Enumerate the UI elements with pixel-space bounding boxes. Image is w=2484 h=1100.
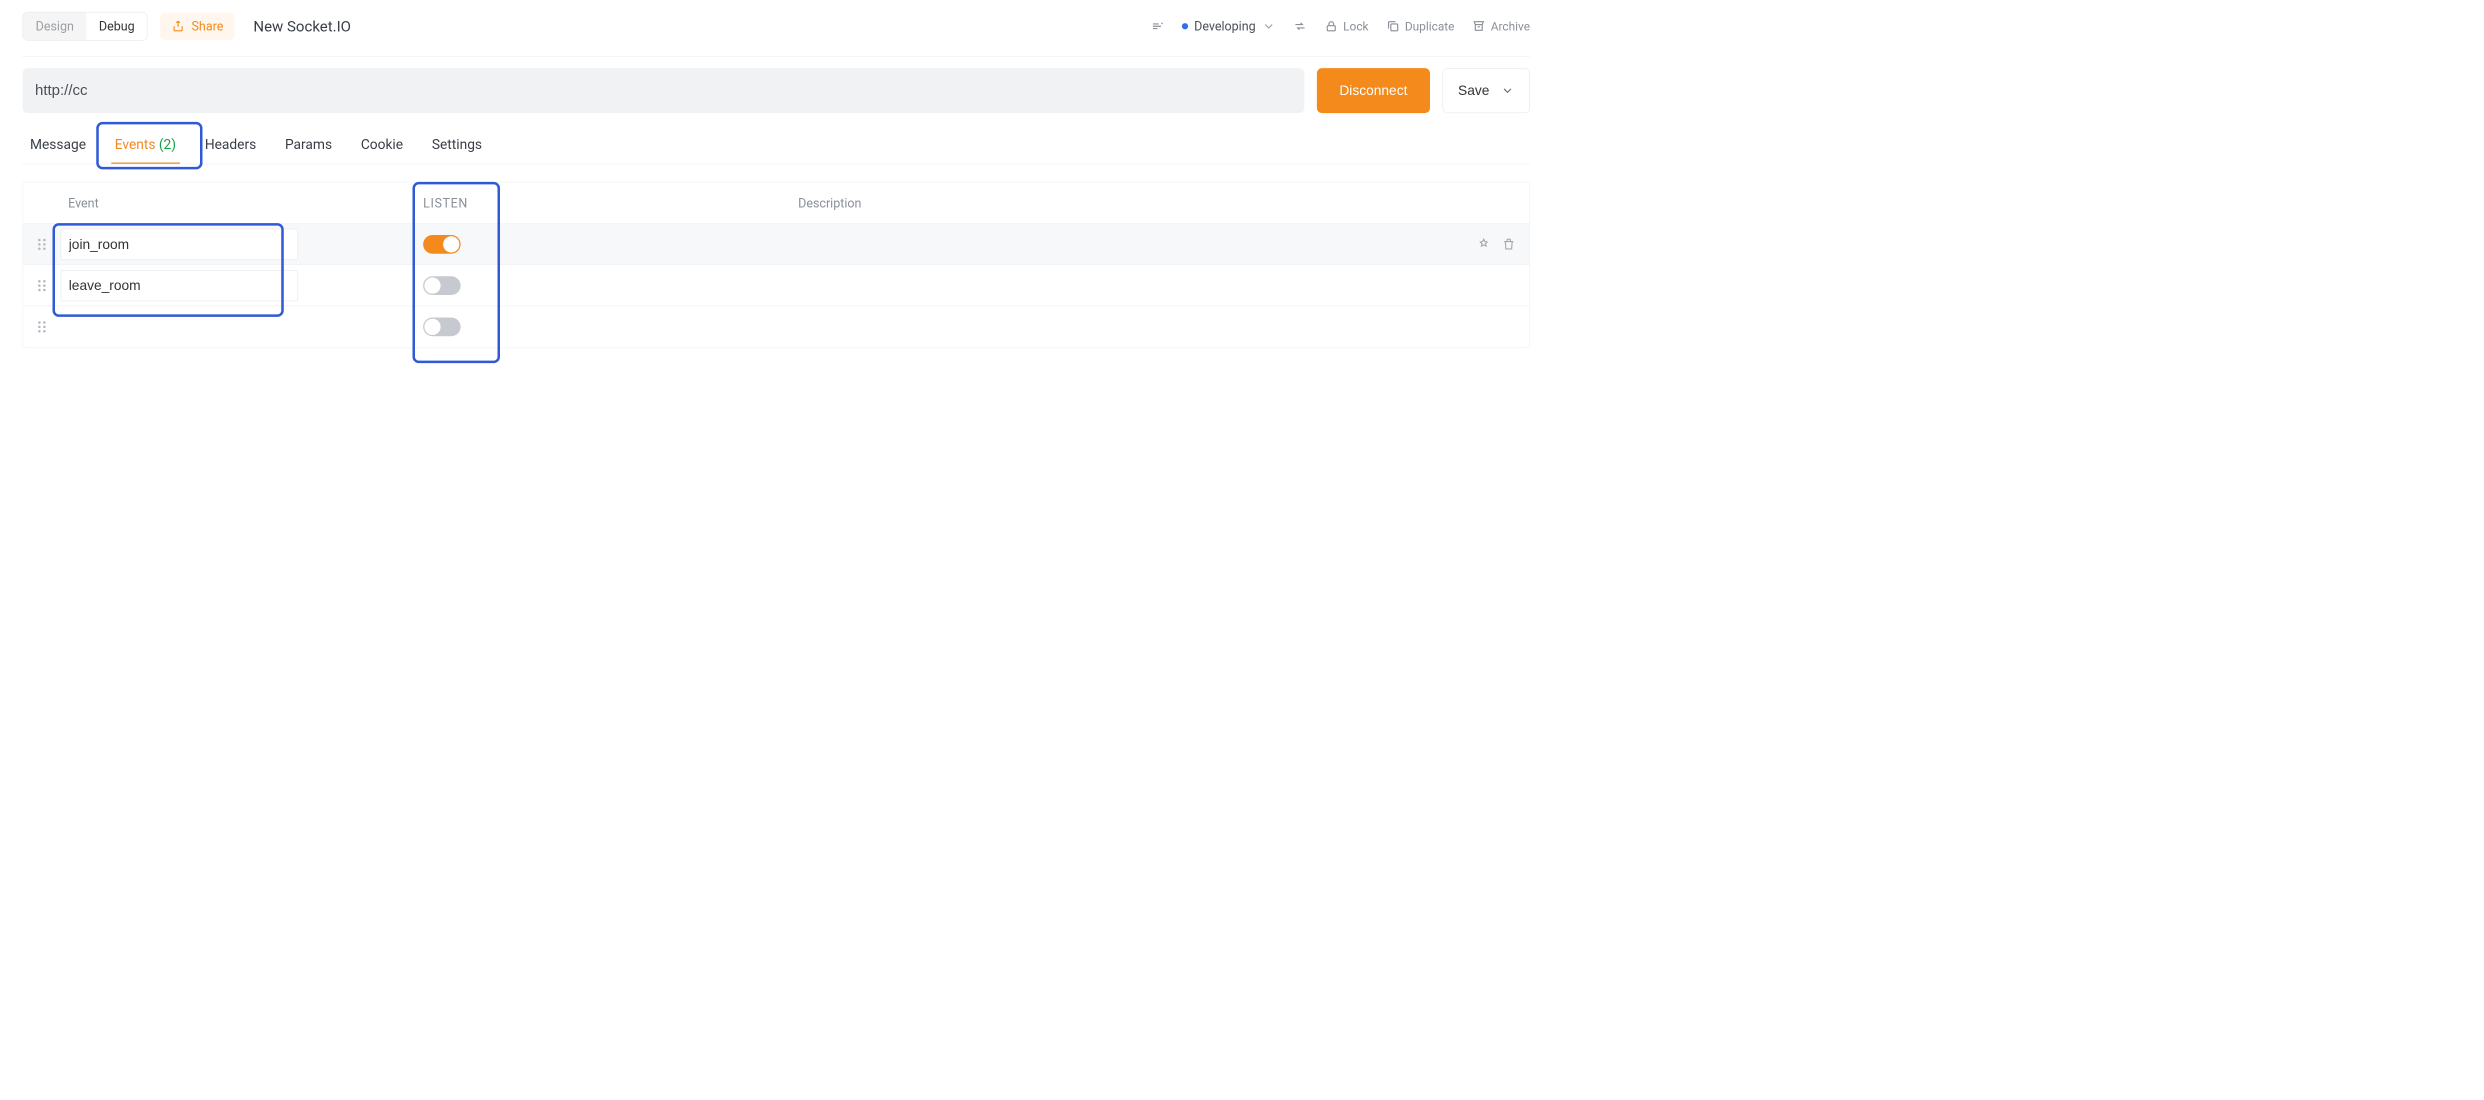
generate-code-button[interactable] <box>1150 19 1164 33</box>
tab-message[interactable]: Message <box>26 126 89 164</box>
tab-headers[interactable]: Headers <box>201 126 260 164</box>
header-description: Description <box>798 195 1454 210</box>
share-icon <box>172 19 186 33</box>
environment-selector[interactable]: Developing <box>1182 19 1276 34</box>
drag-icon <box>37 237 47 251</box>
tab-cookie[interactable]: Cookie <box>357 126 407 164</box>
drag-icon <box>37 320 47 334</box>
header-listen: LISTEN <box>423 195 798 210</box>
swap-button[interactable] <box>1293 19 1307 33</box>
tab-events-label: Events <box>115 137 156 153</box>
event-name-input[interactable] <box>61 228 299 259</box>
drag-handle[interactable] <box>23 237 61 251</box>
share-label: Share <box>192 19 224 34</box>
drag-icon <box>37 278 47 292</box>
share-button[interactable]: Share <box>160 13 234 41</box>
swap-icon <box>1293 19 1307 33</box>
table-row <box>23 224 1529 265</box>
insert-variable-button[interactable] <box>1477 237 1491 251</box>
chevron-down-icon <box>1501 84 1515 98</box>
archive-icon <box>1472 19 1486 33</box>
duplicate-button[interactable]: Duplicate <box>1386 19 1454 33</box>
chevron-down-icon <box>1262 19 1276 33</box>
design-tab[interactable]: Design <box>23 13 86 41</box>
header-event: Event <box>61 195 424 210</box>
debug-tab[interactable]: Debug <box>86 13 147 41</box>
save-button[interactable]: Save <box>1442 68 1530 113</box>
delete-row-button[interactable] <box>1502 237 1516 251</box>
tab-settings[interactable]: Settings <box>428 126 486 164</box>
tab-events[interactable]: Events (2) <box>111 126 180 164</box>
wand-icon <box>1150 19 1164 33</box>
save-label: Save <box>1458 83 1489 99</box>
url-input[interactable] <box>23 68 1305 113</box>
duplicate-icon <box>1386 19 1400 33</box>
page-title: New Socket.IO <box>253 18 351 36</box>
tab-events-count: (2) <box>159 137 176 153</box>
table-row <box>23 306 1529 347</box>
table-header-row: Event LISTEN Description <box>23 183 1529 224</box>
drag-handle[interactable] <box>23 278 61 292</box>
listen-toggle[interactable] <box>423 235 461 254</box>
trash-icon <box>1502 237 1516 251</box>
lock-label: Lock <box>1343 19 1368 33</box>
table-row <box>23 265 1529 306</box>
tab-params[interactable]: Params <box>281 126 336 164</box>
archive-button[interactable]: Archive <box>1472 19 1530 33</box>
event-name-input[interactable] <box>61 270 299 301</box>
status-dot-icon <box>1182 23 1188 29</box>
drag-handle[interactable] <box>23 320 61 334</box>
lock-icon <box>1324 19 1338 33</box>
archive-label: Archive <box>1491 19 1530 33</box>
events-table: Event LISTEN Description <box>23 182 1531 348</box>
mode-toggle: Design Debug <box>23 12 148 41</box>
listen-toggle[interactable] <box>423 318 461 337</box>
environment-label: Developing <box>1194 19 1256 34</box>
request-tabs: Message Events (2) Headers Params Cookie… <box>23 126 1531 165</box>
magic-icon <box>1477 237 1491 251</box>
lock-button[interactable]: Lock <box>1324 19 1368 33</box>
listen-toggle[interactable] <box>423 276 461 295</box>
duplicate-label: Duplicate <box>1405 19 1455 33</box>
disconnect-button[interactable]: Disconnect <box>1317 68 1430 113</box>
